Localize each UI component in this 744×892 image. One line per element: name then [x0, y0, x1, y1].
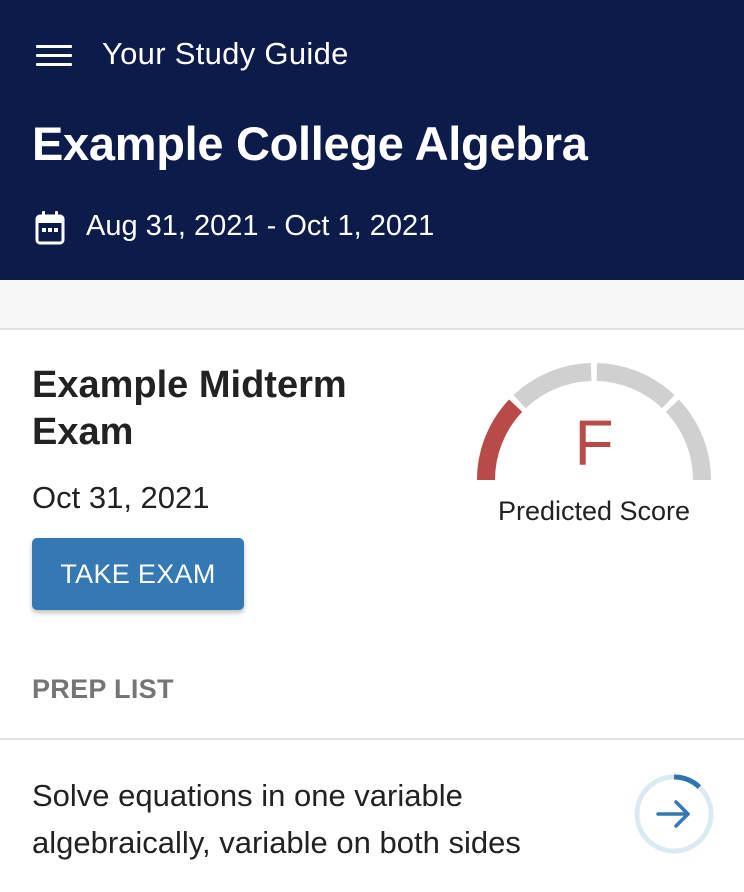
take-exam-button[interactable]: TAKE EXAM	[32, 538, 244, 610]
app-header: Your Study Guide Example College Algebra…	[0, 0, 744, 280]
gauge-segment	[477, 399, 523, 481]
progress-ring	[673, 774, 702, 789]
gauge-segment	[596, 363, 675, 409]
menu-bar	[36, 63, 72, 66]
menu-bar	[36, 45, 72, 48]
arrow-right-icon	[656, 800, 690, 828]
prep-item-open-button[interactable]	[632, 772, 716, 856]
course-title: Example College Algebra	[32, 117, 588, 170]
gauge-segment	[513, 363, 592, 409]
hamburger-menu-icon[interactable]	[36, 44, 72, 68]
prep-item-label[interactable]: Solve equations in one variable algebrai…	[32, 772, 612, 866]
exam-date: Oct 31, 2021	[32, 480, 210, 515]
gauge-segment	[665, 399, 711, 481]
section-spacer	[0, 280, 744, 330]
exam-title: Example Midterm Exam	[32, 364, 347, 453]
divider	[0, 738, 744, 740]
predicted-score-label: Predicted Score	[497, 496, 691, 526]
calendar-icon	[35, 211, 65, 245]
app-title: Your Study Guide	[102, 36, 349, 71]
prep-list-heading: PREP LIST	[32, 674, 174, 704]
course-date-range: Aug 31, 2021 - Oct 1, 2021	[86, 210, 435, 242]
menu-bar	[36, 54, 72, 57]
predicted-score-letter: F	[574, 407, 614, 479]
